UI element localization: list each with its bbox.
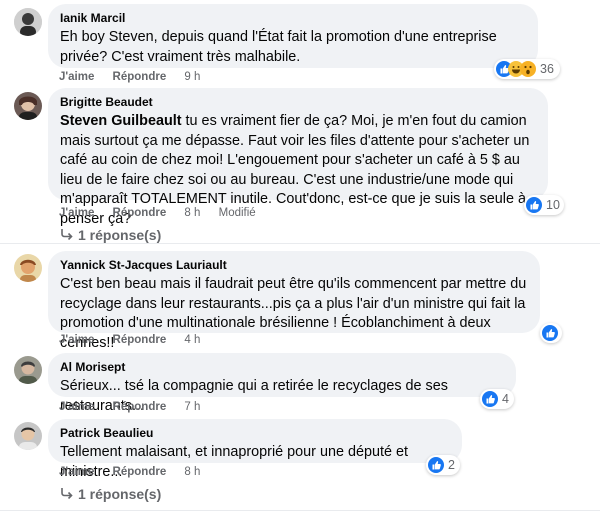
- like-icon: [428, 457, 444, 473]
- replies-count-label: 1 réponse(s): [78, 227, 162, 243]
- reaction-count: 2: [448, 458, 455, 472]
- comment-actions: J'aime Répondre 7 h: [59, 401, 215, 413]
- comment-actions: J'aime Répondre 4 h: [59, 334, 215, 346]
- avatar[interactable]: [14, 422, 42, 450]
- avatar-image: [14, 254, 42, 282]
- reaction-count: 10: [546, 198, 560, 212]
- reply-button[interactable]: Répondre: [113, 401, 167, 413]
- comment-timestamp[interactable]: 4 h: [184, 334, 200, 346]
- like-button[interactable]: J'aime: [59, 71, 94, 83]
- comment-author[interactable]: Ianik Marcil: [60, 11, 526, 26]
- view-replies-link[interactable]: 1 réponse(s): [60, 227, 161, 243]
- avatar[interactable]: [14, 254, 42, 282]
- like-button[interactable]: J'aime: [59, 207, 94, 219]
- edited-label: Modifié: [218, 207, 256, 219]
- comment-text: Eh boy Steven, depuis quand l'État fait …: [60, 29, 497, 65]
- reply-button[interactable]: Répondre: [113, 71, 167, 83]
- comment-actions: J'aime Répondre 8 h: [59, 466, 215, 478]
- view-replies-link[interactable]: 1 réponse(s): [60, 486, 161, 502]
- reply-button[interactable]: Répondre: [113, 207, 167, 219]
- comment-author[interactable]: Yannick St-Jacques Lauriault: [60, 258, 528, 273]
- avatar[interactable]: [14, 92, 42, 120]
- comment-actions: J'aime Répondre 8 h Modifié: [59, 207, 271, 219]
- avatar[interactable]: [14, 8, 42, 36]
- reaction-summary[interactable]: 36: [494, 59, 560, 79]
- comment-timestamp[interactable]: 8 h: [184, 207, 200, 219]
- avatar[interactable]: [14, 356, 42, 384]
- comment-bubble: Yannick St-Jacques Lauriault C'est ben b…: [48, 251, 540, 351]
- like-icon: [482, 391, 498, 407]
- reaction-summary[interactable]: 10: [524, 195, 564, 215]
- comment-bubble: Brigitte Beaudet Steven Guilbeault tu es…: [48, 88, 548, 227]
- comment-bubble: Al Morisept Sérieux... tsé la compagnie …: [48, 353, 516, 414]
- comment-author[interactable]: Al Morisept: [60, 360, 504, 375]
- comment-timestamp[interactable]: 8 h: [184, 466, 200, 478]
- reaction-summary[interactable]: 2: [426, 455, 460, 475]
- comment-bubble: Patrick Beaulieu Tellement malaisant, et…: [48, 419, 462, 480]
- comment-timestamp[interactable]: 7 h: [184, 401, 200, 413]
- thread-divider: [0, 510, 600, 511]
- reply-arrow-icon: [60, 227, 74, 243]
- like-button[interactable]: J'aime: [59, 466, 94, 478]
- reply-arrow-icon: [60, 486, 74, 502]
- mention-link[interactable]: Steven Guilbeault: [60, 113, 182, 129]
- reaction-summary[interactable]: 4: [480, 389, 514, 409]
- comment-actions: J'aime Répondre 9 h: [59, 71, 215, 83]
- reaction-summary[interactable]: [540, 323, 562, 343]
- avatar-image: [14, 422, 42, 450]
- wow-icon: [520, 61, 536, 77]
- comment-author[interactable]: Patrick Beaulieu: [60, 426, 450, 441]
- like-button[interactable]: J'aime: [59, 334, 94, 346]
- avatar-image: [14, 92, 42, 120]
- reply-button[interactable]: Répondre: [113, 334, 167, 346]
- comment-bubble: Ianik Marcil Eh boy Steven, depuis quand…: [48, 4, 538, 68]
- thread-divider: [0, 243, 600, 244]
- avatar-image: [14, 8, 42, 36]
- like-icon: [542, 325, 558, 341]
- avatar-image: [14, 356, 42, 384]
- comment-timestamp[interactable]: 9 h: [184, 71, 200, 83]
- reaction-count: 36: [540, 62, 554, 76]
- like-icon: [526, 197, 542, 213]
- replies-count-label: 1 réponse(s): [78, 486, 162, 502]
- reply-button[interactable]: Répondre: [113, 466, 167, 478]
- reaction-count: 4: [502, 392, 509, 406]
- like-button[interactable]: J'aime: [59, 401, 94, 413]
- comment-author[interactable]: Brigitte Beaudet: [60, 95, 536, 110]
